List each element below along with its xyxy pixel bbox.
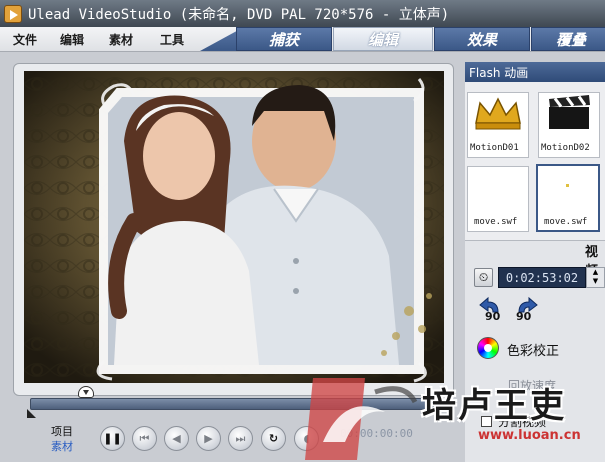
app-icon	[4, 4, 22, 23]
sparkle-flash-icon	[566, 184, 569, 187]
wedding-photo-frame-image	[24, 71, 444, 383]
menu-file[interactable]: 文件	[13, 31, 37, 48]
duration-spinner[interactable]: ▲ ▼	[586, 267, 605, 288]
window-title: Ulead VideoStudio (未命名, DVD PAL 720*576 …	[28, 6, 450, 23]
skip-end-icon: ⏭	[235, 431, 246, 445]
library-panel: MotionD01 MotionD02 move.swf move.swf	[465, 82, 605, 240]
library-item-label: MotionD02	[541, 143, 590, 153]
menu-edit[interactable]: 编辑	[60, 31, 84, 48]
step-forward-icon: ▶	[204, 432, 213, 445]
next-frame-button[interactable]: ▶	[196, 426, 221, 451]
menu-tools[interactable]: 工具	[160, 31, 184, 48]
volume-icon: ◖	[303, 432, 310, 445]
repeat-icon: ↻	[268, 432, 279, 445]
scrubber-handle[interactable]	[78, 386, 94, 398]
clock-icon: ⏲	[478, 270, 489, 284]
library-item-label: move.swf	[544, 217, 588, 227]
library-category-label: Flash 动画	[469, 66, 529, 80]
home-button[interactable]: ⏮	[132, 426, 157, 451]
video-preview	[24, 71, 444, 383]
tab-effect[interactable]: 效果	[434, 27, 530, 51]
tab-capture[interactable]: 捕获	[236, 27, 332, 51]
library-dropdown[interactable]: Flash 动画	[465, 62, 605, 82]
volume-button[interactable]: ◖	[294, 426, 319, 451]
trim-start-marker[interactable]	[27, 409, 36, 418]
clapperboard-icon	[549, 95, 590, 129]
spin-up-icon: ▲	[592, 268, 599, 276]
skip-start-icon: ⏮	[139, 431, 150, 445]
watermark-text: 培卢王吏	[422, 386, 566, 426]
color-correction-button[interactable]: 色彩校正	[507, 340, 559, 359]
crown-icon	[475, 97, 521, 130]
rotate-left-value: 90	[485, 310, 501, 323]
scrub-bar[interactable]	[30, 398, 438, 410]
watermark-url: www.luoan.cn	[478, 428, 581, 443]
color-wheel-icon[interactable]	[477, 337, 499, 359]
mode-project[interactable]: 项目	[51, 423, 73, 439]
end-button[interactable]: ⏭	[228, 426, 253, 451]
duration-field[interactable]: 0:02:53:02	[498, 267, 586, 288]
mode-clip[interactable]: 素材	[51, 438, 73, 454]
pause-icon: ❚❚	[103, 432, 122, 445]
step-back-icon: ◀	[172, 432, 181, 445]
rotate-right-value: 90	[516, 310, 532, 323]
spin-down-icon: ▼	[592, 277, 599, 285]
tab-edit[interactable]: 编辑	[333, 27, 433, 51]
duration-button[interactable]: ⏲	[474, 268, 493, 287]
title-bar: Ulead VideoStudio (未命名, DVD PAL 720*576 …	[0, 0, 605, 27]
repeat-button[interactable]: ↻	[261, 426, 286, 451]
previous-frame-button[interactable]: ◀	[164, 426, 189, 451]
timecode-display: 00:00:00:00	[340, 427, 413, 440]
pause-button[interactable]: ❚❚	[100, 426, 125, 451]
menu-clip[interactable]: 素材	[109, 31, 133, 48]
tab-overlay[interactable]: 覆叠	[531, 27, 605, 51]
library-item-label: MotionD01	[470, 143, 519, 153]
library-item-label: move.swf	[474, 217, 518, 227]
